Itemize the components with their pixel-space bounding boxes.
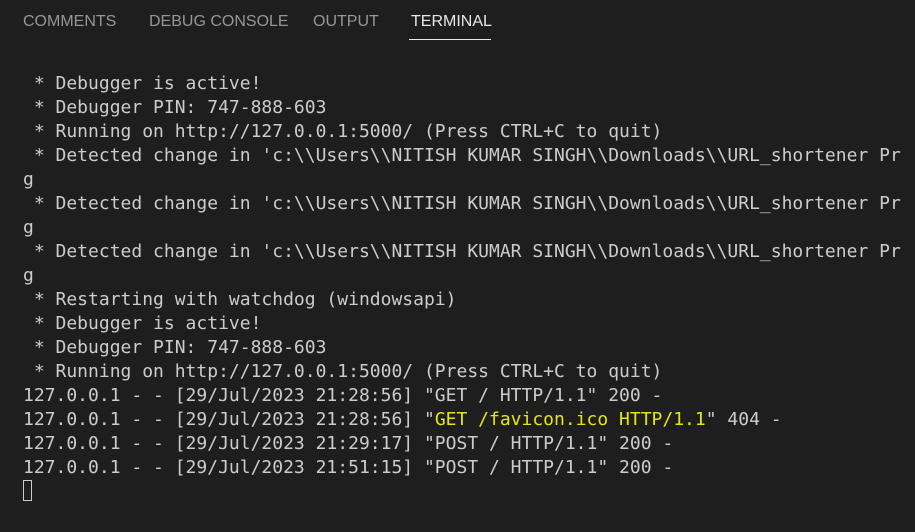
terminal-cursor	[23, 480, 32, 501]
request-prefix: 127.0.0.1 - - [29/Jul/2023 21:28:56] "	[23, 409, 435, 430]
terminal-line: * Debugger PIN: 747-888-603	[23, 97, 327, 118]
panel-tab-bar: COMMENTS DEBUG CONSOLE OUTPUT TERMINAL	[0, 0, 915, 44]
terminal-line: * Running on http://127.0.0.1:5000/ (Pre…	[23, 361, 663, 382]
tab-output[interactable]: OUTPUT	[313, 12, 379, 32]
tab-terminal[interactable]: TERMINAL	[411, 12, 492, 32]
active-tab-indicator	[409, 39, 491, 40]
terminal-line: * Debugger PIN: 747-888-603	[23, 337, 327, 358]
terminal-line: * Detected change in 'c:\\Users\\NITISH …	[23, 241, 901, 262]
terminal-line: 127.0.0.1 - - [29/Jul/2023 21:51:15] "PO…	[23, 457, 674, 478]
tab-debug-console[interactable]: DEBUG CONSOLE	[149, 12, 289, 32]
highlighted-request: GET /favicon.ico HTTP/1.1	[434, 409, 706, 430]
tab-comments[interactable]: COMMENTS	[23, 12, 116, 32]
terminal-line-favicon-404: 127.0.0.1 - - [29/Jul/2023 21:28:56] "GE…	[23, 408, 782, 432]
terminal-line: 127.0.0.1 - - [29/Jul/2023 21:29:17] "PO…	[23, 433, 674, 454]
terminal-line: * Debugger is active!	[23, 73, 262, 94]
terminal-line: * Detected change in 'c:\\Users\\NITISH …	[23, 145, 901, 166]
terminal-output[interactable]: * Debugger is active! * Debugger PIN: 74…	[0, 70, 915, 532]
bottom-panel: COMMENTS DEBUG CONSOLE OUTPUT TERMINAL *…	[0, 0, 915, 532]
terminal-line: * Detected change in 'c:\\Users\\NITISH …	[23, 193, 901, 214]
terminal-line: * Debugger is active!	[23, 313, 262, 334]
terminal-line: g	[23, 265, 34, 286]
terminal-line: * Restarting with watchdog (windowsapi)	[23, 289, 457, 310]
terminal-line: 127.0.0.1 - - [29/Jul/2023 21:28:56] "GE…	[23, 385, 663, 406]
terminal-line: g	[23, 169, 34, 190]
request-suffix: " 404 -	[705, 409, 782, 430]
terminal-line: * Running on http://127.0.0.1:5000/ (Pre…	[23, 121, 663, 142]
terminal-line: g	[23, 217, 34, 238]
